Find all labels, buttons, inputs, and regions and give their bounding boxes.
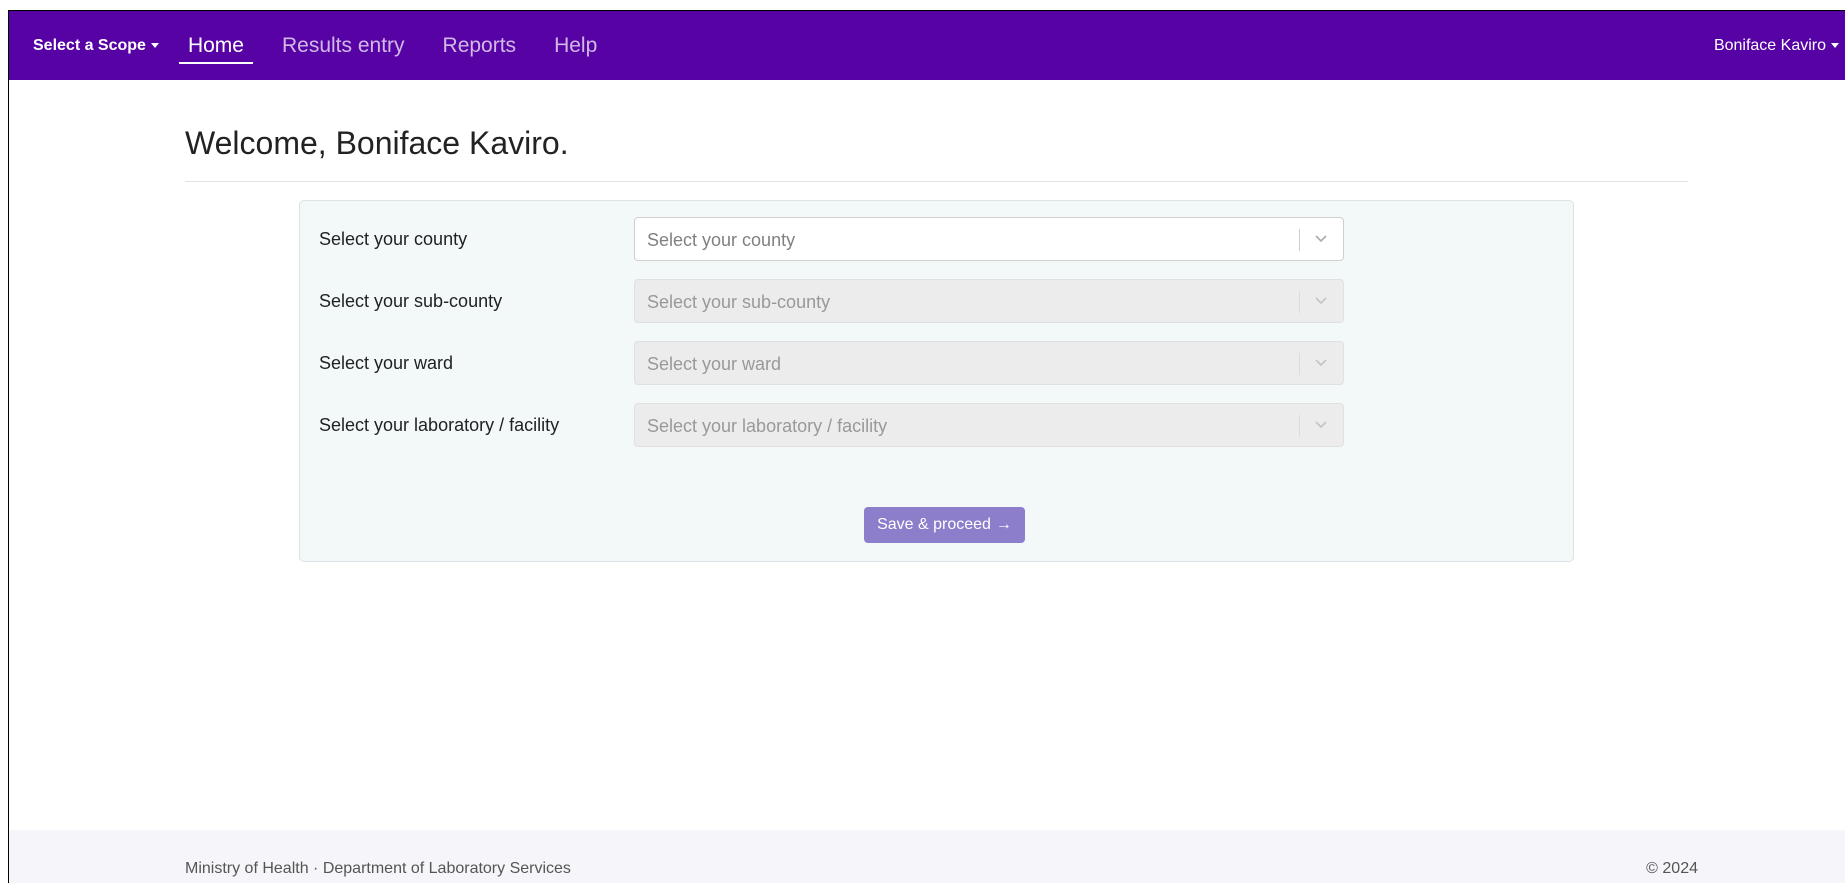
nav-link-help[interactable]: Help	[535, 11, 616, 80]
top-navbar: Select a Scope Home Results entry Report…	[9, 11, 1845, 80]
select-indicator-separator	[1299, 291, 1300, 313]
facility-select[interactable]: Select your laboratory / facility	[634, 403, 1344, 447]
ward-select-placeholder: Select your ward	[647, 354, 782, 374]
select-indicator-separator	[1299, 415, 1300, 437]
scope-form-card: Select your county Select your county Se…	[299, 200, 1574, 562]
ward-select[interactable]: Select your ward	[634, 341, 1344, 385]
footer-copyright: © 2024	[1646, 860, 1698, 877]
scope-dropdown[interactable]: Select a Scope	[33, 37, 159, 55]
scope-label: Select a Scope	[33, 36, 146, 54]
chevron-down-icon[interactable]	[1313, 230, 1329, 246]
form-row-sub-county: Select your sub-county Select your sub-c…	[300, 279, 1573, 323]
nav-link-reports[interactable]: Reports	[424, 11, 536, 80]
user-name: Boniface Kaviro	[1713, 36, 1826, 54]
user-menu-dropdown[interactable]: Boniface Kaviro	[1714, 37, 1839, 55]
form-row-facility: Select your laboratory / facility Select…	[300, 403, 1573, 447]
chevron-down-icon	[1315, 297, 1327, 305]
save-proceed-label: Save & proceed	[877, 516, 991, 533]
chevron-down-icon	[1315, 421, 1327, 429]
county-select-placeholder: Select your county	[647, 230, 796, 250]
app-frame: Select a Scope Home Results entry Report…	[8, 10, 1845, 883]
nav-links: Home Results entry Reports Help	[169, 11, 616, 80]
sub-county-label: Select your sub-county	[319, 291, 503, 311]
arrow-right-icon: →	[995, 516, 1012, 533]
sub-county-select-placeholder: Select your sub-county	[647, 292, 831, 312]
page-title: Welcome, Boniface Kaviro.	[185, 125, 569, 161]
select-indicator-separator	[1299, 353, 1300, 375]
nav-link-results-entry[interactable]: Results entry	[263, 11, 424, 80]
county-select[interactable]: Select your county	[634, 217, 1344, 261]
ward-label: Select your ward	[319, 353, 454, 373]
form-row-ward: Select your ward Select your ward	[300, 341, 1573, 385]
footer-organization: Ministry of Health · Department of Labor…	[185, 860, 571, 877]
facility-label: Select your laboratory / facility	[319, 415, 560, 435]
caret-down-icon	[1831, 43, 1839, 48]
chevron-down-icon	[1315, 359, 1327, 367]
select-indicator-separator	[1299, 229, 1300, 251]
county-label: Select your county	[319, 229, 468, 249]
facility-select-placeholder: Select your laboratory / facility	[647, 416, 888, 436]
form-row-county: Select your county Select your county	[300, 217, 1573, 261]
save-proceed-button[interactable]: Save & proceed →	[864, 507, 1025, 543]
sub-county-select[interactable]: Select your sub-county	[634, 279, 1344, 323]
header-divider	[185, 181, 1688, 182]
caret-down-icon	[150, 43, 159, 48]
nav-link-home[interactable]: Home	[169, 11, 263, 80]
page-footer: Ministry of Health · Department of Labor…	[9, 830, 1845, 883]
